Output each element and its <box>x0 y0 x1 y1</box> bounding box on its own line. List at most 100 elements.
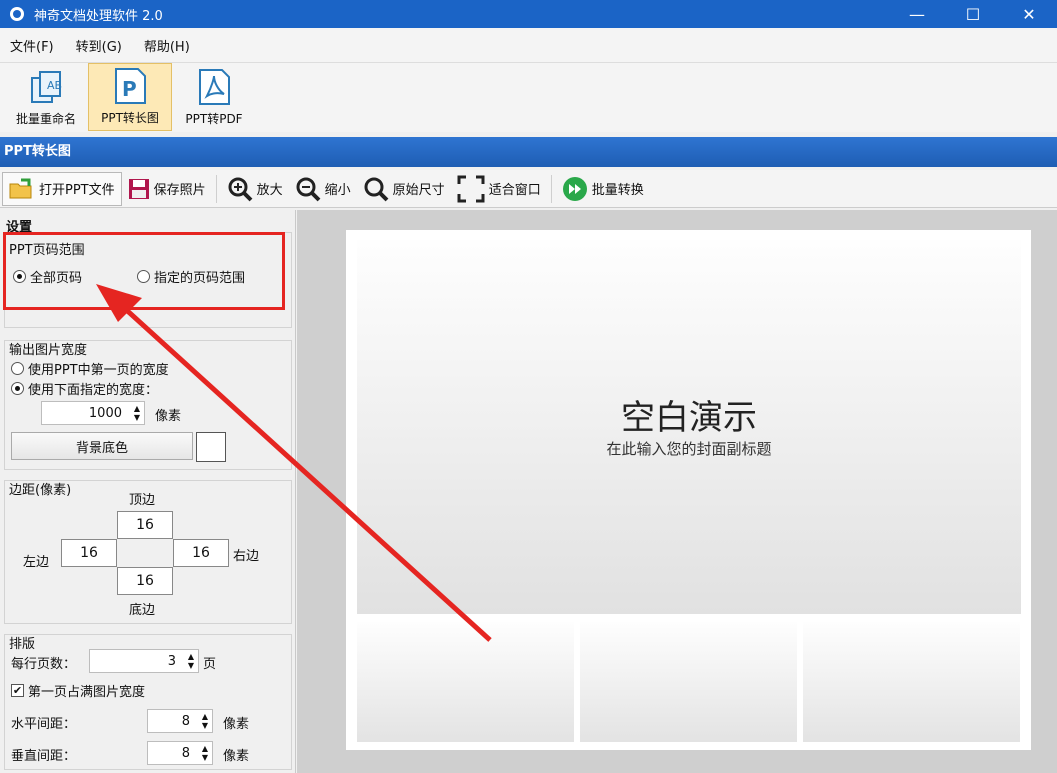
save-photo-label: 保存照片 <box>153 183 206 198</box>
right-margin-input[interactable]: 16 <box>173 539 229 567</box>
preview-area[interactable]: 空白演示 在此输入您的封面副标题 <box>297 210 1057 773</box>
fast-forward-icon <box>562 176 588 202</box>
radio-unchecked-icon <box>11 362 24 375</box>
menu-help[interactable]: 帮助(H) <box>144 36 190 55</box>
cover-slide: 空白演示 在此输入您的封面副标题 <box>357 240 1021 614</box>
right-margin-label: 右边 <box>233 549 260 564</box>
pages-per-row-stepper[interactable]: 3 ▲ ▼ <box>89 649 199 673</box>
menu-goto[interactable]: 转到(G) <box>76 36 122 55</box>
pages-per-row-value: 3 <box>167 653 176 669</box>
magnifier-icon <box>363 176 389 202</box>
slide-thumbnail <box>803 622 1020 742</box>
horizontal-gap-stepper[interactable]: 8 ▲ ▼ <box>147 709 213 733</box>
long-image-page: 空白演示 在此输入您的封面副标题 <box>346 230 1031 750</box>
horizontal-gap-label: 水平间距： <box>11 717 77 732</box>
toolbar-separator <box>550 174 552 203</box>
ribbon-batch-rename-label: 批量重命名 <box>15 112 76 126</box>
top-margin-label: 顶边 <box>129 493 156 508</box>
ribbon-ppt-long-image-button[interactable]: P PPT转长图 <box>88 63 172 131</box>
zoom-out-label: 缩小 <box>324 183 351 198</box>
svg-text:AB: AB <box>47 79 62 92</box>
use-specified-width-radio[interactable]: 使用下面指定的宽度： <box>11 379 158 398</box>
minimize-button[interactable]: — <box>889 0 945 28</box>
width-stepper[interactable]: 1000 ▲ ▼ <box>41 401 145 425</box>
fit-window-icon <box>457 175 485 203</box>
top-margin-input[interactable]: 16 <box>117 511 173 539</box>
use-first-page-width-label: 使用PPT中第一页的宽度 <box>28 363 169 378</box>
spinner-arrows-icon[interactable]: ▲ ▼ <box>202 712 208 730</box>
open-folder-icon <box>9 178 35 200</box>
use-specified-width-label: 使用下面指定的宽度： <box>28 383 159 398</box>
ribbon: AB 批量重命名 P PPT转长图 PPT转PDF <box>0 62 1057 132</box>
ppt-icon: P <box>115 68 146 104</box>
zoom-in-button[interactable]: 放大 <box>221 172 289 206</box>
window-title: 神奇文档处理软件 2.0 <box>34 8 163 24</box>
width-value: 1000 <box>88 405 122 421</box>
first-page-full-width-label: 第一页占满图片宽度 <box>28 685 146 700</box>
original-size-button[interactable]: 原始尺寸 <box>357 172 451 206</box>
vertical-gap-stepper[interactable]: 8 ▲ ▼ <box>147 741 213 765</box>
zoom-in-icon <box>227 176 253 202</box>
save-photo-button[interactable]: 保存照片 <box>122 172 212 206</box>
vertical-gap-value: 8 <box>181 745 190 761</box>
svg-text:P: P <box>122 77 137 101</box>
pdf-icon <box>199 69 230 105</box>
ribbon-batch-rename-button[interactable]: AB 批量重命名 <box>4 63 88 131</box>
bottom-margin-input[interactable]: 16 <box>117 567 173 595</box>
menu-bar: 文件(F) 转到(G) 帮助(H) <box>0 28 1057 62</box>
section-title: PPT转长图 <box>0 137 1057 167</box>
close-button[interactable]: ✕ <box>1001 0 1057 28</box>
fit-window-button[interactable]: 适合窗口 <box>451 172 547 206</box>
ribbon-ppt-pdf-button[interactable]: PPT转PDF <box>172 63 256 131</box>
use-first-page-width-radio[interactable]: 使用PPT中第一页的宽度 <box>11 359 169 378</box>
window-controls: — ☐ ✕ <box>889 0 1057 28</box>
left-margin-label: 左边 <box>23 555 50 570</box>
maximize-button[interactable]: ☐ <box>945 0 1001 28</box>
pages-per-row-label: 每行页数： <box>11 657 77 672</box>
title-bar: 神奇文档处理软件 2.0 — ☐ ✕ <box>0 0 1057 28</box>
first-page-full-width-checkbox[interactable]: ✔ 第一页占满图片宽度 <box>11 681 145 700</box>
open-ppt-label: 打开PPT文件 <box>39 183 115 198</box>
zoom-out-button[interactable]: 缩小 <box>289 172 357 206</box>
zoom-out-icon <box>295 176 321 202</box>
spinner-arrows-icon[interactable]: ▲ ▼ <box>202 744 208 762</box>
batch-convert-button[interactable]: 批量转换 <box>556 172 650 206</box>
ribbon-ppt-long-image-label: PPT转长图 <box>101 111 159 125</box>
horizontal-gap-value: 8 <box>181 713 190 729</box>
batch-convert-label: 批量转换 <box>591 183 644 198</box>
vertical-gap-unit: 像素 <box>223 749 250 764</box>
vertical-gap-label: 垂直间距： <box>11 749 77 764</box>
toolbar-separator <box>215 174 217 203</box>
menu-file[interactable]: 文件(F) <box>10 36 54 55</box>
checkbox-checked-icon: ✔ <box>11 684 24 697</box>
slide-title: 空白演示 <box>621 398 757 438</box>
bottom-margin-label: 底边 <box>129 603 156 618</box>
spinner-arrows-icon[interactable]: ▲ ▼ <box>134 404 140 422</box>
ribbon-ppt-pdf-label: PPT转PDF <box>185 112 243 126</box>
output-width-title: 输出图片宽度 <box>9 343 88 358</box>
margins-group: 边距(像素) 顶边 16 左边 16 16 右边 16 底边 <box>4 480 292 624</box>
background-color-swatch[interactable] <box>196 432 226 462</box>
fit-window-label: 适合窗口 <box>488 183 541 198</box>
layout-title: 排版 <box>9 637 36 652</box>
background-color-button[interactable]: 背景底色 <box>11 432 193 460</box>
toolbar: 打开PPT文件 保存照片 放大 缩小 原始尺寸 适合窗口 批量转换 <box>0 170 1057 208</box>
layout-group: 排版 每行页数： 3 ▲ ▼ 页 ✔ 第一页占满图片宽度 水平间距： 8 ▲ ▼ 像… <box>4 634 292 770</box>
left-margin-input[interactable]: 16 <box>61 539 117 567</box>
slide-thumbnail <box>357 622 574 742</box>
app-icon <box>10 7 24 21</box>
horizontal-gap-unit: 像素 <box>223 717 250 732</box>
pages-per-row-unit: 页 <box>203 657 217 672</box>
open-ppt-button[interactable]: 打开PPT文件 <box>2 171 122 206</box>
radio-checked-icon <box>11 382 24 395</box>
save-disk-icon <box>128 178 150 200</box>
slide-thumbnail <box>580 622 797 742</box>
width-unit-label: 像素 <box>155 409 182 424</box>
batch-rename-icon: AB <box>31 71 62 103</box>
spinner-arrows-icon[interactable]: ▲ ▼ <box>188 652 194 670</box>
annotation-highlight-box <box>3 232 285 310</box>
margins-title: 边距(像素) <box>9 483 72 498</box>
zoom-in-label: 放大 <box>256 183 283 198</box>
slide-subtitle: 在此输入您的封面副标题 <box>606 440 772 458</box>
original-size-label: 原始尺寸 <box>392 183 445 198</box>
